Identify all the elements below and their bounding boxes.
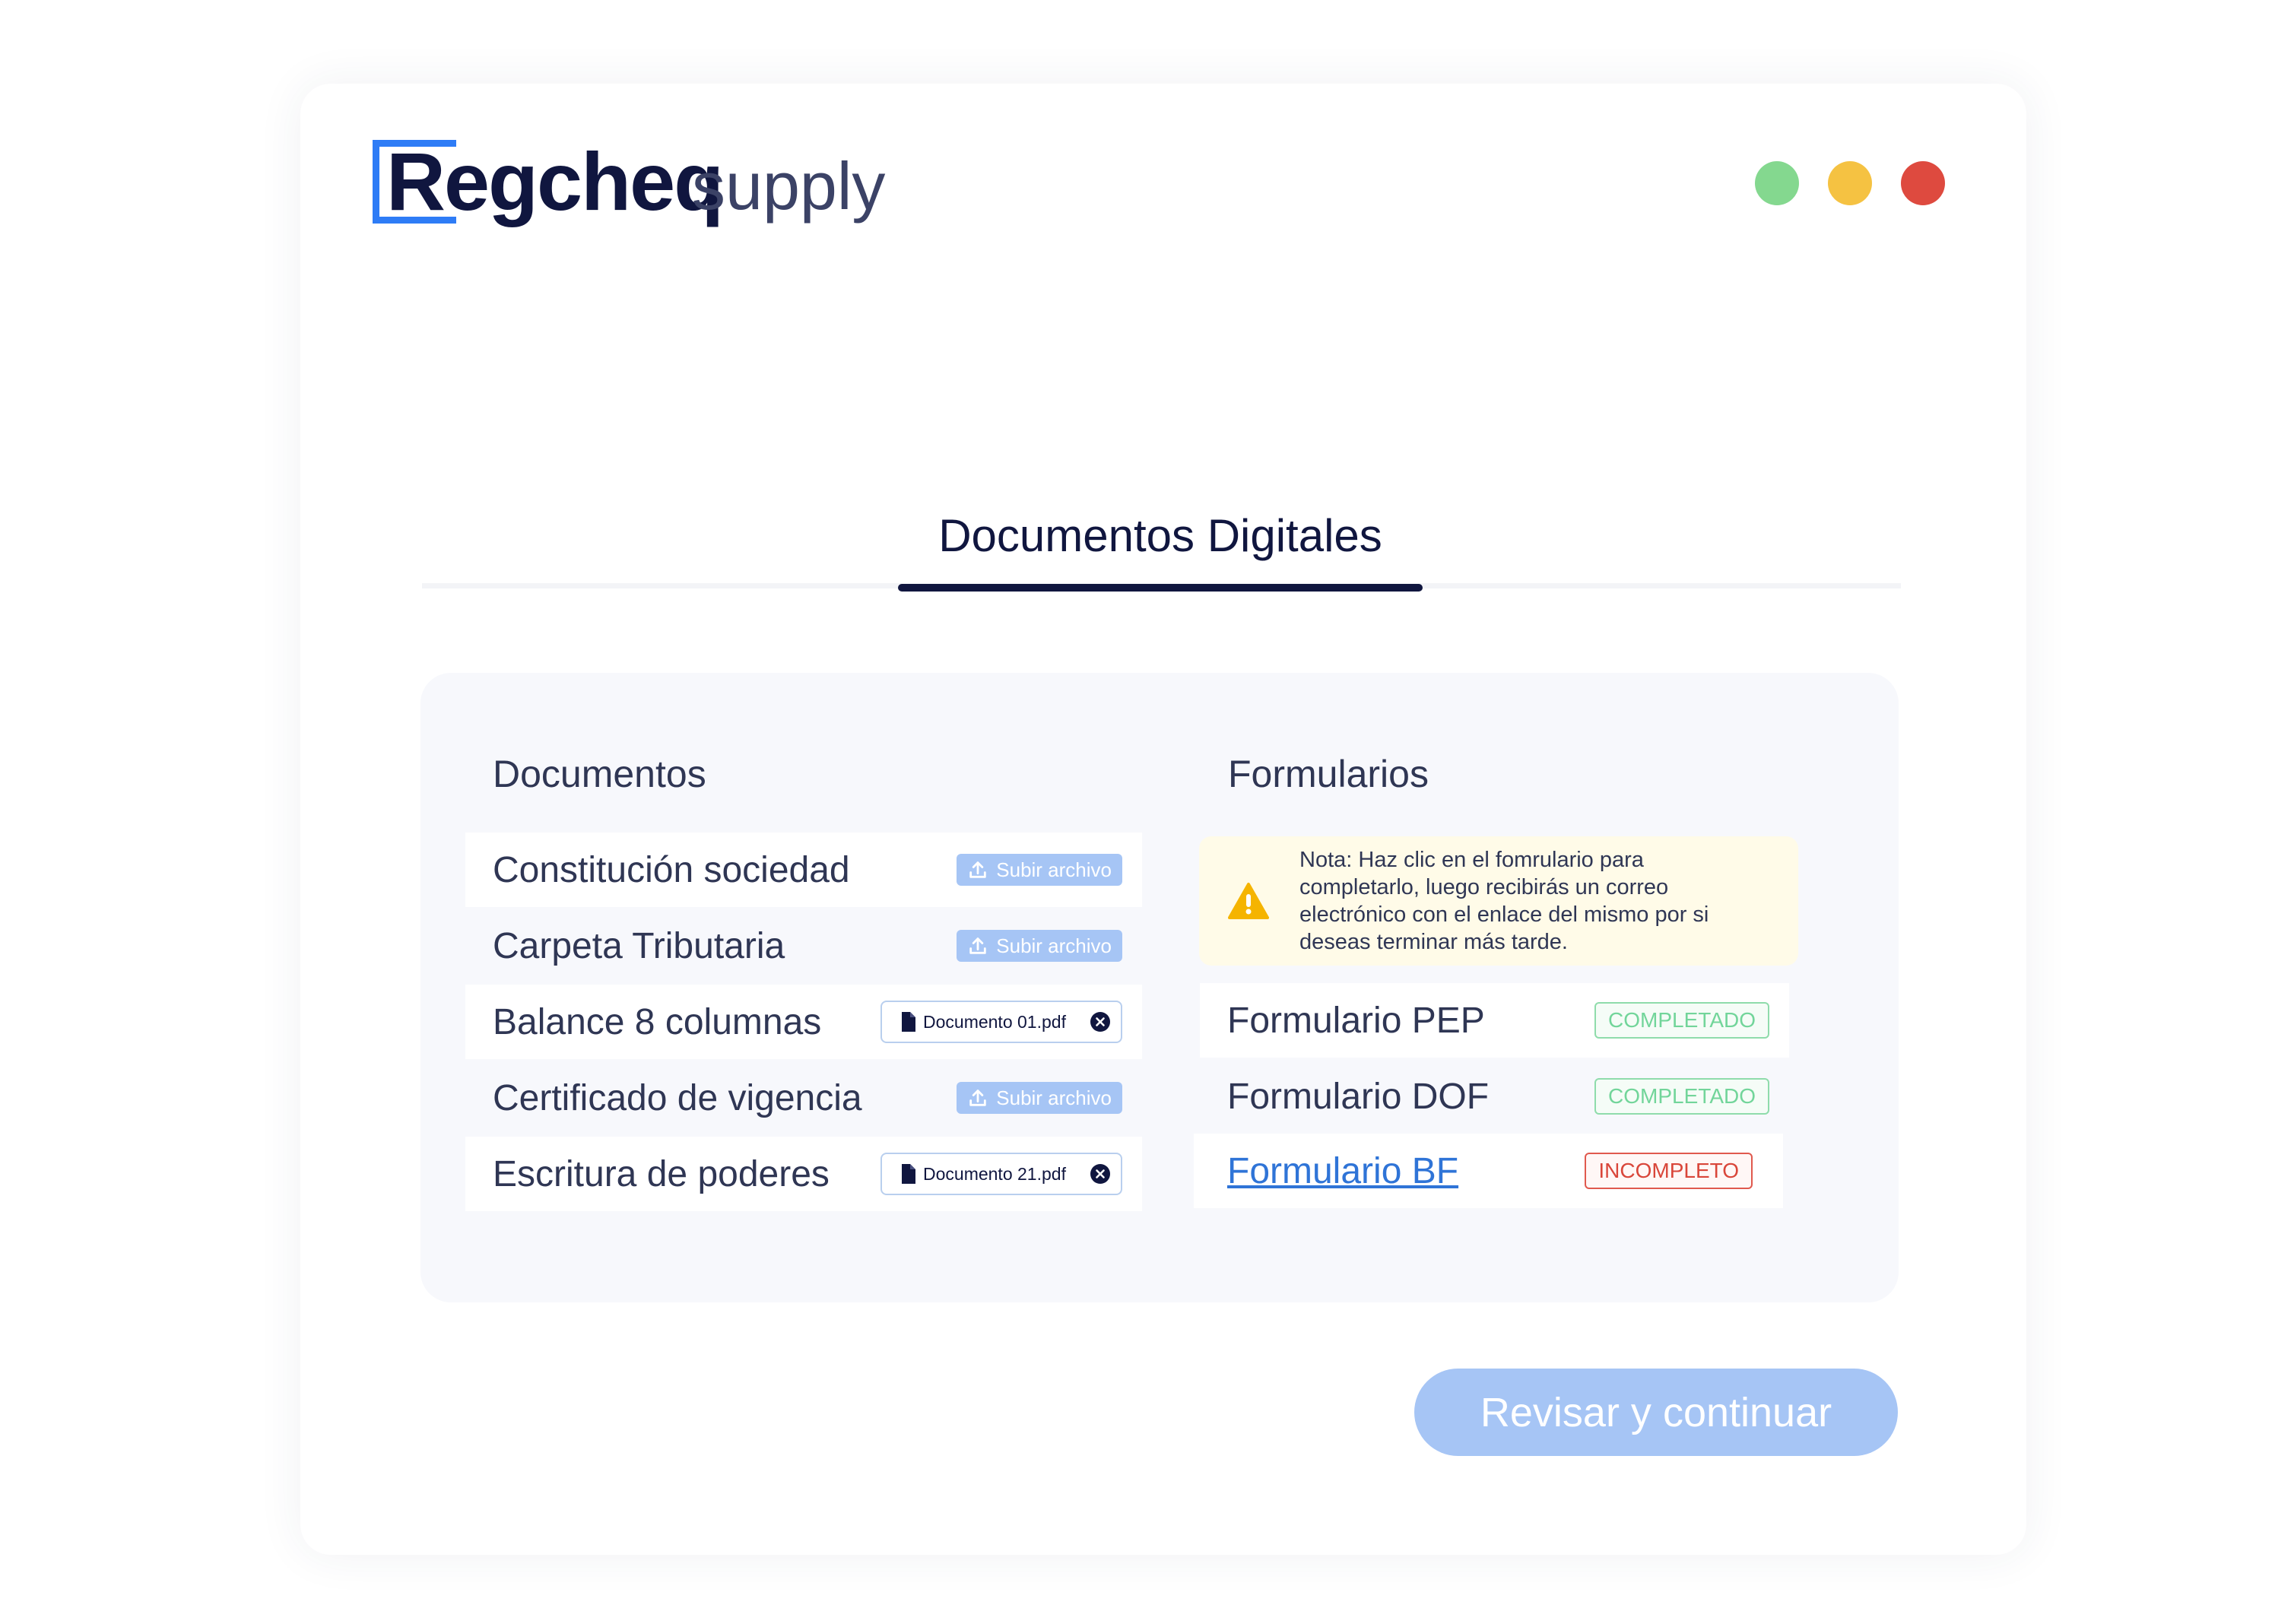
- window-close-dot[interactable]: [1901, 161, 1945, 205]
- form-label[interactable]: Formulario PEP: [1227, 1000, 1485, 1042]
- document-label: Certificado de vigencia: [493, 1077, 862, 1118]
- upload-button-label: Subir archivo: [996, 1086, 1112, 1109]
- upload-icon: [969, 1090, 986, 1106]
- upload-button[interactable]: Subir archivo: [957, 1082, 1122, 1114]
- forms-title: Formularios: [1228, 753, 1429, 795]
- upload-button[interactable]: Subir archivo: [957, 854, 1122, 886]
- note-text: Nota: Haz clic en el fomrulario para com…: [1299, 848, 1709, 954]
- file-chip[interactable]: Documento 01.pdf: [880, 1001, 1122, 1043]
- forms-note: Nota: Haz clic en el fomrulario para com…: [1199, 836, 1798, 966]
- document-row: Escritura de poderes Documento 21.pdf: [465, 1137, 1142, 1211]
- document-row: Constitución sociedad Subir archivo: [465, 833, 1142, 907]
- form-link[interactable]: Formulario BF: [1227, 1150, 1458, 1192]
- status-badge: COMPLETADO: [1594, 1078, 1769, 1115]
- form-row[interactable]: Formulario BF INCOMPLETO: [1194, 1134, 1783, 1208]
- file-name: Documento 21.pdf: [923, 1163, 1066, 1184]
- document-row: Balance 8 columnas Documento 01.pdf: [465, 985, 1142, 1059]
- file-name: Documento 01.pdf: [923, 1011, 1066, 1032]
- status-badge: INCOMPLETO: [1585, 1153, 1753, 1189]
- upload-icon: [969, 937, 986, 954]
- form-label[interactable]: Formulario DOF: [1227, 1076, 1489, 1118]
- upload-button[interactable]: Subir archivo: [957, 930, 1122, 962]
- document-label: Balance 8 columnas: [493, 1001, 822, 1042]
- tab-documentos-digitales[interactable]: Documentos Digitales: [897, 502, 1423, 570]
- upload-icon: [969, 861, 986, 878]
- file-chip[interactable]: Documento 21.pdf: [880, 1153, 1122, 1195]
- remove-file-icon[interactable]: [1090, 1012, 1110, 1032]
- form-row[interactable]: Formulario PEP COMPLETADO: [1200, 983, 1789, 1058]
- document-row: Certificado de vigencia Subir archivo: [465, 1061, 1142, 1135]
- file-icon: [902, 1012, 915, 1032]
- form-row[interactable]: Formulario DOF COMPLETADO: [1200, 1059, 1789, 1134]
- file-icon: [902, 1164, 915, 1184]
- status-badge: COMPLETADO: [1594, 1002, 1769, 1039]
- window-minimize-dot[interactable]: [1828, 161, 1872, 205]
- document-label: Carpeta Tributaria: [493, 925, 785, 966]
- tab-active-indicator: [898, 584, 1423, 592]
- window-maximize-dot[interactable]: [1755, 161, 1799, 205]
- upload-button-label: Subir archivo: [996, 858, 1112, 881]
- document-row: Carpeta Tributaria Subir archivo: [465, 909, 1142, 983]
- documents-title: Documentos: [493, 753, 706, 795]
- review-continue-button[interactable]: Revisar y continuar: [1414, 1369, 1898, 1456]
- remove-file-icon[interactable]: [1090, 1164, 1110, 1184]
- document-label: Constitución sociedad: [493, 849, 850, 890]
- logo-product: supply: [692, 148, 886, 224]
- logo-brand: Regcheq: [386, 135, 724, 227]
- document-label: Escritura de poderes: [493, 1153, 830, 1194]
- logo: Regcheq supply: [373, 135, 935, 236]
- warning-icon: [1228, 883, 1269, 919]
- upload-button-label: Subir archivo: [996, 934, 1112, 957]
